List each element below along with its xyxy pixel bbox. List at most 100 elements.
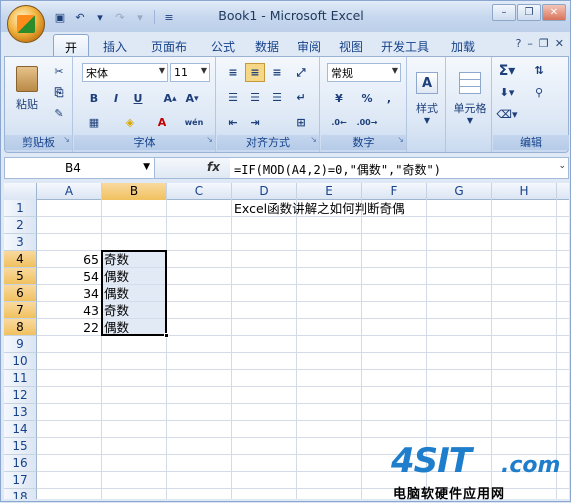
align-left-icon[interactable]: ☰ (223, 88, 243, 107)
number-format-select[interactable]: 常规 ▼ (327, 63, 401, 82)
office-button[interactable] (7, 5, 45, 43)
phonetic-icon[interactable]: wén (184, 113, 204, 132)
cell-a8[interactable]: 22 (37, 319, 99, 336)
column-header[interactable]: C (167, 183, 232, 200)
tab-home[interactable]: 开始 (53, 34, 89, 72)
column-header[interactable]: E (297, 183, 362, 200)
expand-formula-bar-icon[interactable]: ⌄ (558, 161, 566, 171)
merge-center-icon[interactable]: ⊞ (291, 113, 311, 132)
row-header[interactable]: 14 (4, 421, 37, 438)
clear-icon[interactable]: ⌫▾ (496, 105, 517, 124)
align-center-icon[interactable]: ☰ (245, 88, 265, 107)
sort-filter-icon[interactable]: ⇅ (529, 61, 549, 80)
row-header[interactable]: 9 (4, 336, 37, 353)
restore-button[interactable]: ❐ (517, 4, 541, 21)
tab-formulas[interactable]: 公式 (205, 34, 241, 56)
cells-button[interactable]: 单元格 ▼ (450, 63, 490, 133)
tab-review[interactable]: 审阅 (291, 34, 327, 56)
fill-handle[interactable] (164, 333, 169, 338)
row-header[interactable]: 4 (4, 251, 37, 268)
insert-function-button[interactable]: fx (207, 160, 220, 174)
redo-icon[interactable]: ↷ (111, 9, 129, 25)
column-header[interactable]: D (232, 183, 297, 200)
row-header[interactable]: 6 (4, 285, 37, 302)
redo-dropdown-icon[interactable]: ▾ (131, 9, 149, 25)
undo-icon[interactable]: ↶ (71, 9, 89, 25)
grow-font-icon[interactable]: A ▴ (160, 89, 180, 108)
cell-b8[interactable]: 偶数 (104, 319, 129, 336)
currency-icon[interactable]: ¥ (329, 89, 349, 108)
minimize-button[interactable]: – (492, 4, 516, 21)
row-header[interactable]: 8 (4, 319, 37, 336)
dialog-launcher-icon[interactable]: ↘ (397, 132, 404, 147)
ribbon-restore-icon[interactable]: ❐ (539, 37, 549, 50)
help-icon[interactable]: ? (516, 37, 522, 50)
cut-icon[interactable]: ✂ (49, 62, 69, 81)
customize-qat-icon[interactable]: ≡ (160, 9, 178, 25)
paste-button[interactable]: 粘贴 (11, 61, 43, 117)
tab-add-ins[interactable]: 加载项 (441, 34, 485, 71)
format-painter-icon[interactable]: ✎ (49, 104, 69, 123)
save-icon[interactable]: ▣ (51, 9, 69, 25)
font-name-select[interactable]: 宋体 ▼ (82, 63, 168, 82)
shrink-font-icon[interactable]: A ▾ (182, 89, 202, 108)
row-header[interactable]: 1 (4, 200, 37, 217)
tab-developer[interactable]: 开发工具 (375, 34, 435, 56)
cell-b4[interactable]: 奇数 (104, 251, 129, 268)
formula-input[interactable]: =IF(MOD(A4,2)=0,"偶数","奇数") (234, 161, 441, 178)
tab-data[interactable]: 数据 (249, 34, 285, 56)
percent-button[interactable]: % (357, 89, 377, 108)
autosum-icon[interactable]: Σ▾ (497, 61, 517, 80)
decrease-decimal-icon[interactable]: .00→ (357, 113, 378, 132)
cell-b5[interactable]: 偶数 (104, 268, 129, 285)
name-box[interactable]: B4 ▼ (5, 158, 155, 178)
comma-button[interactable]: , (379, 89, 399, 108)
row-header[interactable]: 17 (4, 472, 37, 489)
row-header[interactable]: 3 (4, 234, 37, 251)
cell-a4[interactable]: 65 (37, 251, 99, 268)
dialog-launcher-icon[interactable]: ↘ (310, 132, 317, 147)
fill-icon[interactable]: ⬇▾ (497, 83, 517, 102)
italic-button[interactable]: I (106, 89, 126, 108)
cell-a7[interactable]: 43 (37, 302, 99, 319)
tab-view[interactable]: 视图 (333, 34, 369, 56)
borders-icon[interactable]: ▦ (84, 113, 104, 132)
align-right-icon[interactable]: ☰ (267, 88, 287, 107)
row-header[interactable]: 7 (4, 302, 37, 319)
row-header[interactable]: 16 (4, 455, 37, 472)
wrap-text-icon[interactable]: ↵ (291, 88, 311, 107)
column-header[interactable]: A (37, 183, 102, 200)
increase-decimal-icon[interactable]: .0← (329, 113, 349, 132)
align-bottom-icon[interactable]: ≡ (267, 63, 287, 82)
cell-b6[interactable]: 偶数 (104, 285, 129, 302)
row-header[interactable]: 10 (4, 353, 37, 370)
select-all-corner[interactable] (4, 183, 37, 200)
dialog-launcher-icon[interactable]: ↘ (206, 132, 213, 147)
bold-button[interactable]: B (84, 89, 104, 108)
row-header[interactable]: 12 (4, 387, 37, 404)
column-header[interactable]: B (102, 183, 167, 200)
increase-indent-icon[interactable]: ⇥ (245, 113, 265, 132)
ribbon-minimize-icon[interactable]: – (527, 37, 533, 50)
styles-button[interactable]: A 样式 ▼ (411, 63, 443, 133)
row-header[interactable]: 5 (4, 268, 37, 285)
chevron-down-icon[interactable]: ▼ (143, 162, 150, 172)
cell-d1[interactable]: Excel函数讲解之如何判断奇偶 (234, 200, 405, 217)
tab-insert[interactable]: 插入 (97, 34, 133, 56)
cell-a5[interactable]: 54 (37, 268, 99, 285)
cell-a6[interactable]: 34 (37, 285, 99, 302)
orientation-icon[interactable]: ⤢ (291, 63, 311, 82)
column-header[interactable]: H (492, 183, 557, 200)
row-header[interactable]: 18 (4, 489, 37, 499)
row-header[interactable]: 2 (4, 217, 37, 234)
decrease-indent-icon[interactable]: ⇤ (223, 113, 243, 132)
cell-b7[interactable]: 奇数 (104, 302, 129, 319)
ribbon-close-icon[interactable]: ✕ (555, 37, 564, 50)
font-color-icon[interactable]: A (152, 113, 172, 132)
tab-page-layout[interactable]: 页面布局 (141, 34, 197, 71)
row-header[interactable]: 13 (4, 404, 37, 421)
find-select-icon[interactable]: ⚲ (529, 83, 549, 102)
row-header[interactable]: 15 (4, 438, 37, 455)
font-size-select[interactable]: 11 ▼ (170, 63, 210, 82)
column-header[interactable]: G (427, 183, 492, 200)
